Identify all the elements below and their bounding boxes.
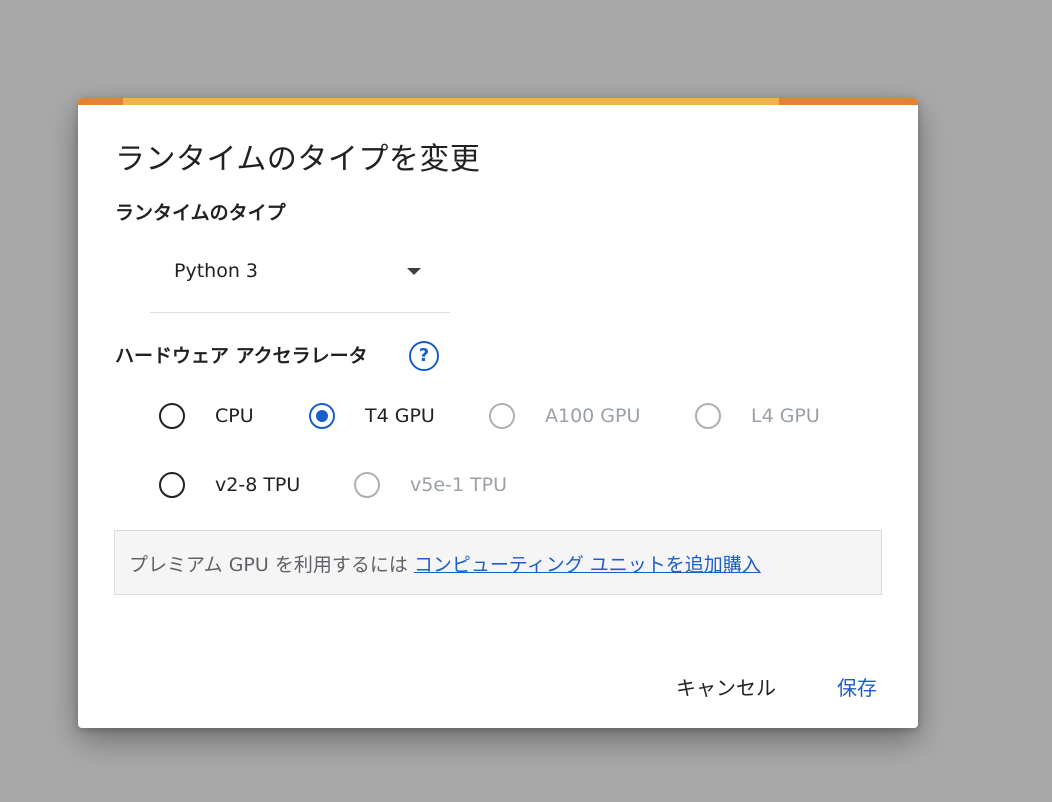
change-runtime-dialog: ランタイムのタイプを変更 ランタイムのタイプ Python 3 ハードウェア ア… — [78, 98, 918, 728]
radio-label: L4 GPU — [751, 405, 820, 427]
radio-label: A100 GPU — [545, 405, 641, 427]
radio-v5e-1-tpu[interactable]: v5e-1 TPU — [354, 468, 507, 502]
purchase-compute-units-link[interactable]: コンピューティング ユニットを追加購入 — [414, 554, 761, 576]
runtime-type-value: Python 3 — [174, 260, 258, 282]
info-message: プレミアム GPU を利用するには — [129, 554, 414, 576]
radio-v2-8-tpu[interactable]: v2-8 TPU — [159, 468, 300, 502]
radio-label: v5e-1 TPU — [410, 474, 507, 496]
loading-progress-fill — [123, 98, 779, 105]
help-icon[interactable]: ? — [409, 341, 439, 371]
radio-button-icon — [159, 472, 185, 498]
runtime-type-label: ランタイムのタイプ — [115, 202, 286, 224]
save-button[interactable]: 保存 — [837, 672, 877, 701]
dropdown-arrow-icon — [407, 268, 421, 275]
radio-button-icon — [489, 403, 515, 429]
radio-button-icon — [354, 472, 380, 498]
radio-button-icon — [695, 403, 721, 429]
dialog-title: ランタイムのタイプを変更 — [115, 142, 481, 177]
cancel-button[interactable]: キャンセル — [676, 672, 776, 701]
radio-button-icon — [309, 403, 335, 429]
radio-cpu[interactable]: CPU — [159, 399, 254, 433]
info-text: プレミアム GPU を利用するには コンピューティング ユニットを追加購入 — [129, 550, 761, 577]
radio-label: T4 GPU — [365, 405, 435, 427]
hardware-accelerator-label: ハードウェア アクセラレータ — [115, 345, 368, 367]
radio-label: v2-8 TPU — [215, 474, 301, 496]
loading-progress-bar — [78, 98, 918, 105]
radio-t4-gpu[interactable]: T4 GPU — [309, 399, 435, 433]
radio-button-icon — [159, 403, 185, 429]
radio-l4-gpu[interactable]: L4 GPU — [695, 399, 820, 433]
radio-a100-gpu[interactable]: A100 GPU — [489, 399, 640, 433]
runtime-type-select[interactable]: Python 3 — [150, 248, 450, 313]
radio-label: CPU — [215, 405, 254, 427]
premium-gpu-info-box: プレミアム GPU を利用するには コンピューティング ユニットを追加購入 — [114, 530, 882, 595]
